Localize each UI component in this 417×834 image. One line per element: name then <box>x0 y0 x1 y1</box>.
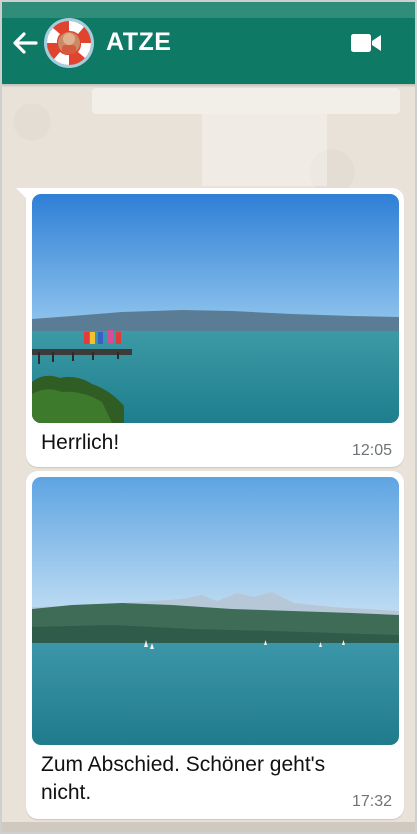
chat-header: ATZE <box>2 2 415 84</box>
message-bubble[interactable]: Herrlich! 12:05 <box>16 188 404 467</box>
lake-pier-image <box>32 194 399 423</box>
message-text: Zum Abschied. Schöner geht's nicht. <box>41 753 326 804</box>
lake-mountains-image <box>32 477 399 745</box>
status-bar <box>2 2 415 18</box>
video-camera-icon[interactable] <box>350 31 382 55</box>
blurred-area <box>92 88 400 114</box>
message-time: 17:32 <box>351 793 392 810</box>
contact-name[interactable]: ATZE <box>106 28 171 57</box>
avatar[interactable] <box>44 18 94 68</box>
message-time: 12:05 <box>351 442 392 459</box>
chat-window: ATZE Herrlich! 12:05 Zum Abschied. Schön… <box>0 0 417 834</box>
message-bubble[interactable]: Zum Abschied. Schöner geht's nicht. 17:3… <box>26 471 404 819</box>
arrow-left-icon[interactable] <box>10 28 40 58</box>
lifebuoy-avatar-icon <box>44 18 94 68</box>
blurred-area <box>202 114 327 186</box>
message-photo[interactable] <box>32 194 399 423</box>
bubble-tail <box>16 188 28 200</box>
message-photo[interactable] <box>32 477 399 745</box>
bottom-edge <box>2 822 415 832</box>
message-text: Herrlich! <box>41 431 120 454</box>
